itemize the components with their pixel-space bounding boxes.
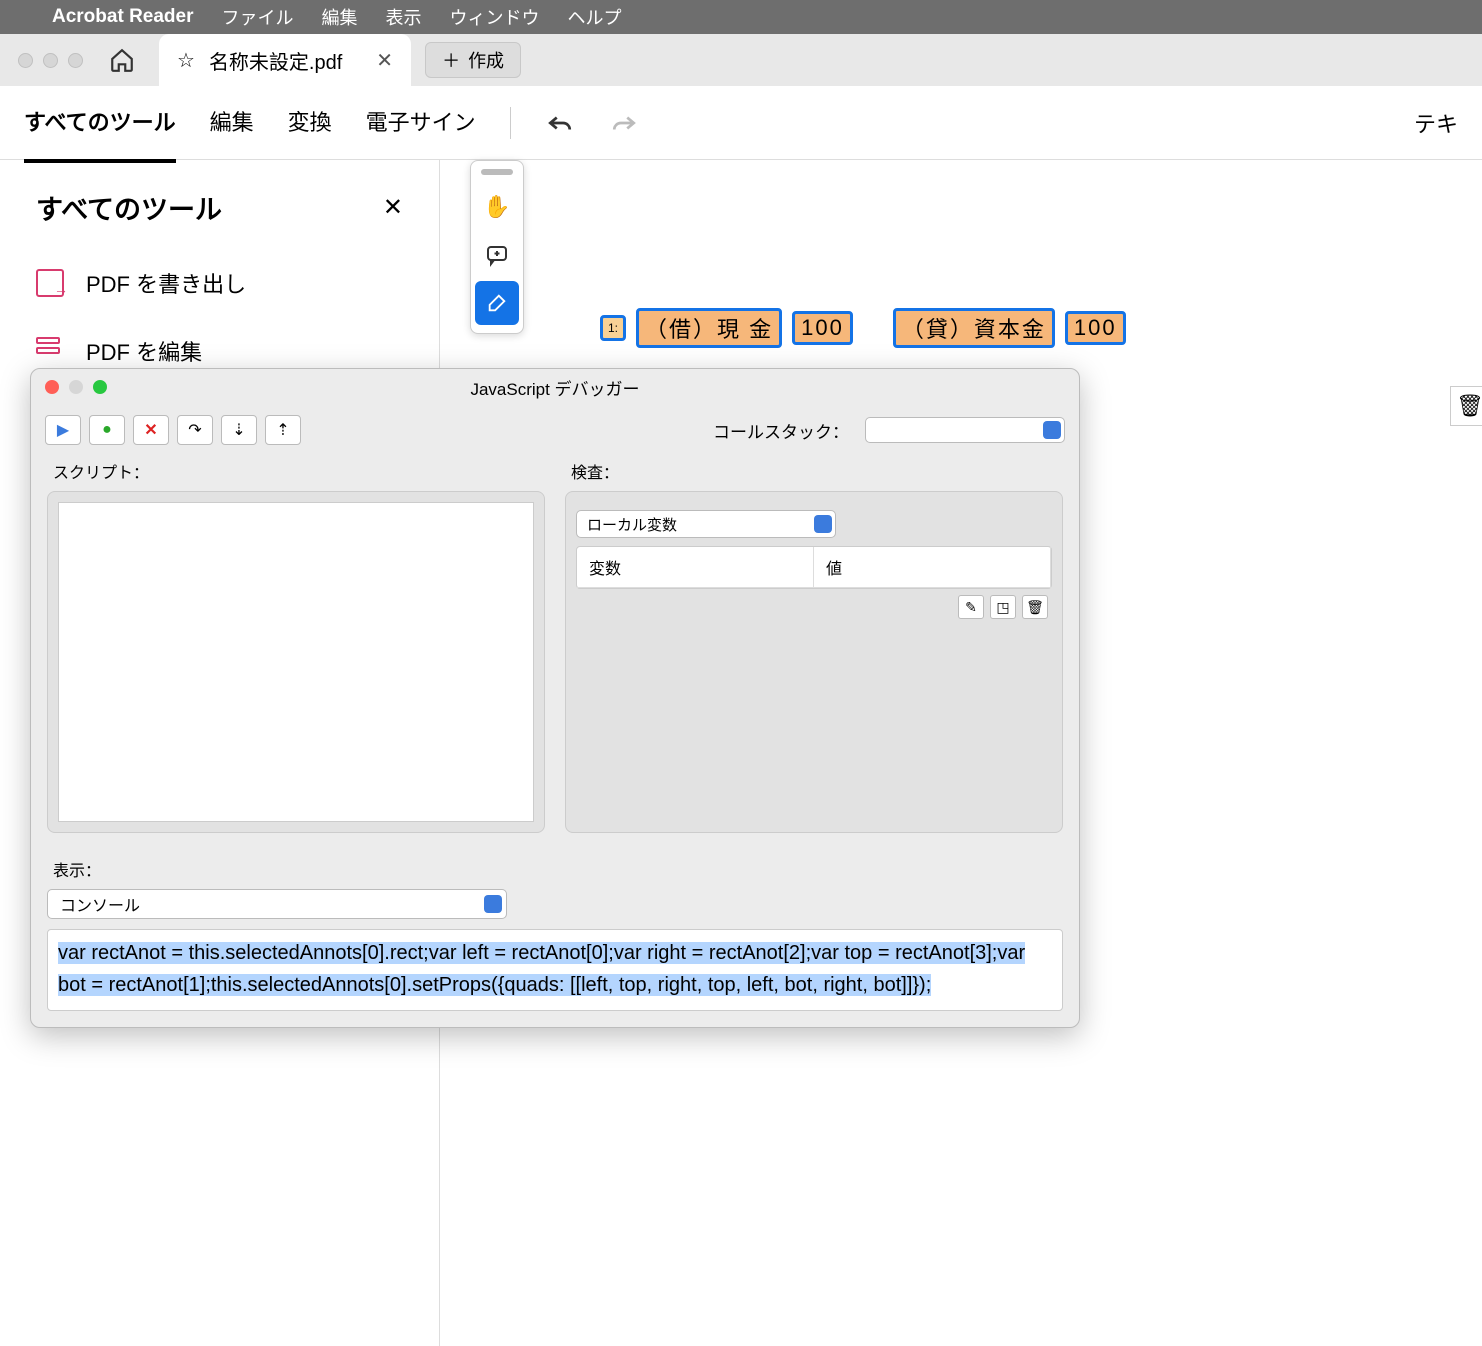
grip-handle[interactable]	[481, 169, 513, 175]
inspect-label: 検査：	[571, 459, 1063, 483]
highlight-3[interactable]: （貸）資本金	[893, 308, 1055, 348]
undo-button[interactable]	[545, 108, 575, 138]
export-label: PDF を書き出し	[86, 267, 246, 299]
debugger-titlebar[interactable]: JavaScript デバッガー	[31, 369, 1079, 405]
view-select[interactable]: コンソール	[47, 889, 507, 919]
plus-icon: ＋	[442, 47, 460, 73]
export-icon	[36, 269, 64, 297]
menu-file[interactable]: ファイル	[222, 4, 294, 30]
tabstrip: ☆ 名称未設定.pdf ✕ ＋ 作成	[0, 34, 1482, 86]
window-controls[interactable]	[18, 53, 83, 68]
variables-table[interactable]: 変数 値	[576, 546, 1052, 589]
toolbar-right[interactable]: テキ	[1414, 107, 1458, 139]
edit-pdf-icon	[36, 337, 64, 365]
app-name[interactable]: Acrobat Reader	[52, 6, 194, 28]
highlight-1[interactable]: （借）現 金	[636, 308, 782, 348]
annotation-marker[interactable]: 1:	[600, 315, 626, 341]
var-column-header[interactable]: 変数	[577, 547, 814, 587]
pdf-highlight-row: 1: （借）現 金 100 （貸）資本金 100	[600, 308, 1126, 348]
highlight-2[interactable]: 100	[792, 311, 853, 345]
edit-pdf-label: PDF を編集	[86, 335, 202, 367]
close-tab-icon[interactable]: ✕	[376, 48, 393, 73]
view-label: 表示：	[53, 857, 1063, 881]
debugger-title: JavaScript デバッガー	[470, 375, 639, 400]
callstack-select[interactable]	[865, 417, 1065, 443]
console-output[interactable]: var rectAnot = this.selectedAnnots[0].re…	[47, 929, 1063, 1011]
new-var-icon[interactable]: ◳	[990, 595, 1016, 619]
delete-var-icon[interactable]: 🗑	[1022, 595, 1048, 619]
tool-edit[interactable]: 編集	[210, 105, 254, 141]
debugger-toolbar: ▶ ● ✕ ↷ ⇣ ⇡ コールスタック：	[31, 405, 1079, 455]
highlight-4[interactable]: 100	[1065, 311, 1126, 345]
home-button[interactable]	[105, 43, 139, 77]
toolbar-divider	[510, 107, 511, 139]
main-toolbar: すべてのツール 編集 変換 電子サイン テキ	[0, 86, 1482, 160]
edit-var-icon[interactable]: ✎	[958, 595, 984, 619]
script-label: スクリプト：	[53, 459, 545, 483]
document-tab[interactable]: ☆ 名称未設定.pdf ✕	[159, 34, 411, 86]
value-column-header[interactable]: 値	[814, 547, 1051, 587]
create-button[interactable]: ＋ 作成	[425, 42, 521, 78]
script-area[interactable]	[58, 502, 534, 822]
console-text[interactable]: var rectAnot = this.selectedAnnots[0].re…	[58, 942, 1025, 996]
step-over-button[interactable]: ↷	[177, 415, 213, 445]
menu-window[interactable]: ウィンドウ	[450, 4, 540, 30]
tool-all[interactable]: すべてのツール	[24, 105, 176, 141]
minimize-icon[interactable]	[69, 380, 83, 394]
step-out-button[interactable]: ⇡	[265, 415, 301, 445]
floating-toolbar[interactable]: ✋	[470, 160, 524, 334]
create-label: 作成	[468, 47, 504, 73]
tool-convert[interactable]: 変換	[288, 105, 332, 141]
script-panel	[47, 491, 545, 833]
run-button[interactable]: ●	[89, 415, 125, 445]
hand-tool-icon[interactable]: ✋	[475, 185, 519, 229]
scope-select[interactable]: ローカル変数	[576, 510, 836, 538]
callstack-label: コールスタック：	[713, 418, 849, 443]
highlight-tool-icon[interactable]	[475, 281, 519, 325]
menu-view[interactable]: 表示	[386, 4, 422, 30]
tab-title: 名称未設定.pdf	[209, 46, 342, 75]
inspect-panel: ローカル変数 変数 値 ✎ ◳ 🗑	[565, 491, 1063, 833]
close-icon[interactable]	[45, 380, 59, 394]
mac-menubar: Acrobat Reader ファイル 編集 表示 ウィンドウ ヘルプ	[0, 0, 1482, 34]
tool-sign[interactable]: 電子サイン	[366, 105, 476, 141]
star-icon[interactable]: ☆	[177, 48, 195, 73]
trash-icon[interactable]: 🗑	[1450, 386, 1482, 426]
menu-help[interactable]: ヘルプ	[568, 4, 622, 30]
debugger-window-controls[interactable]	[45, 380, 107, 394]
menu-edit[interactable]: 編集	[322, 4, 358, 30]
zoom-icon[interactable]	[93, 380, 107, 394]
tool-edit-pdf[interactable]: PDF を編集	[36, 335, 403, 367]
redo-button[interactable]	[609, 108, 639, 138]
step-into-button[interactable]: ⇣	[221, 415, 257, 445]
js-debugger-window: JavaScript デバッガー ▶ ● ✕ ↷ ⇣ ⇡ コールスタック： スク…	[30, 368, 1080, 1028]
continue-button[interactable]: ▶	[45, 415, 81, 445]
stop-button[interactable]: ✕	[133, 415, 169, 445]
sidebar-title: すべてのツール ✕	[36, 188, 403, 227]
close-sidebar-icon[interactable]: ✕	[383, 193, 403, 222]
tool-export-pdf[interactable]: PDF を書き出し	[36, 267, 403, 299]
comment-tool-icon[interactable]	[475, 233, 519, 277]
